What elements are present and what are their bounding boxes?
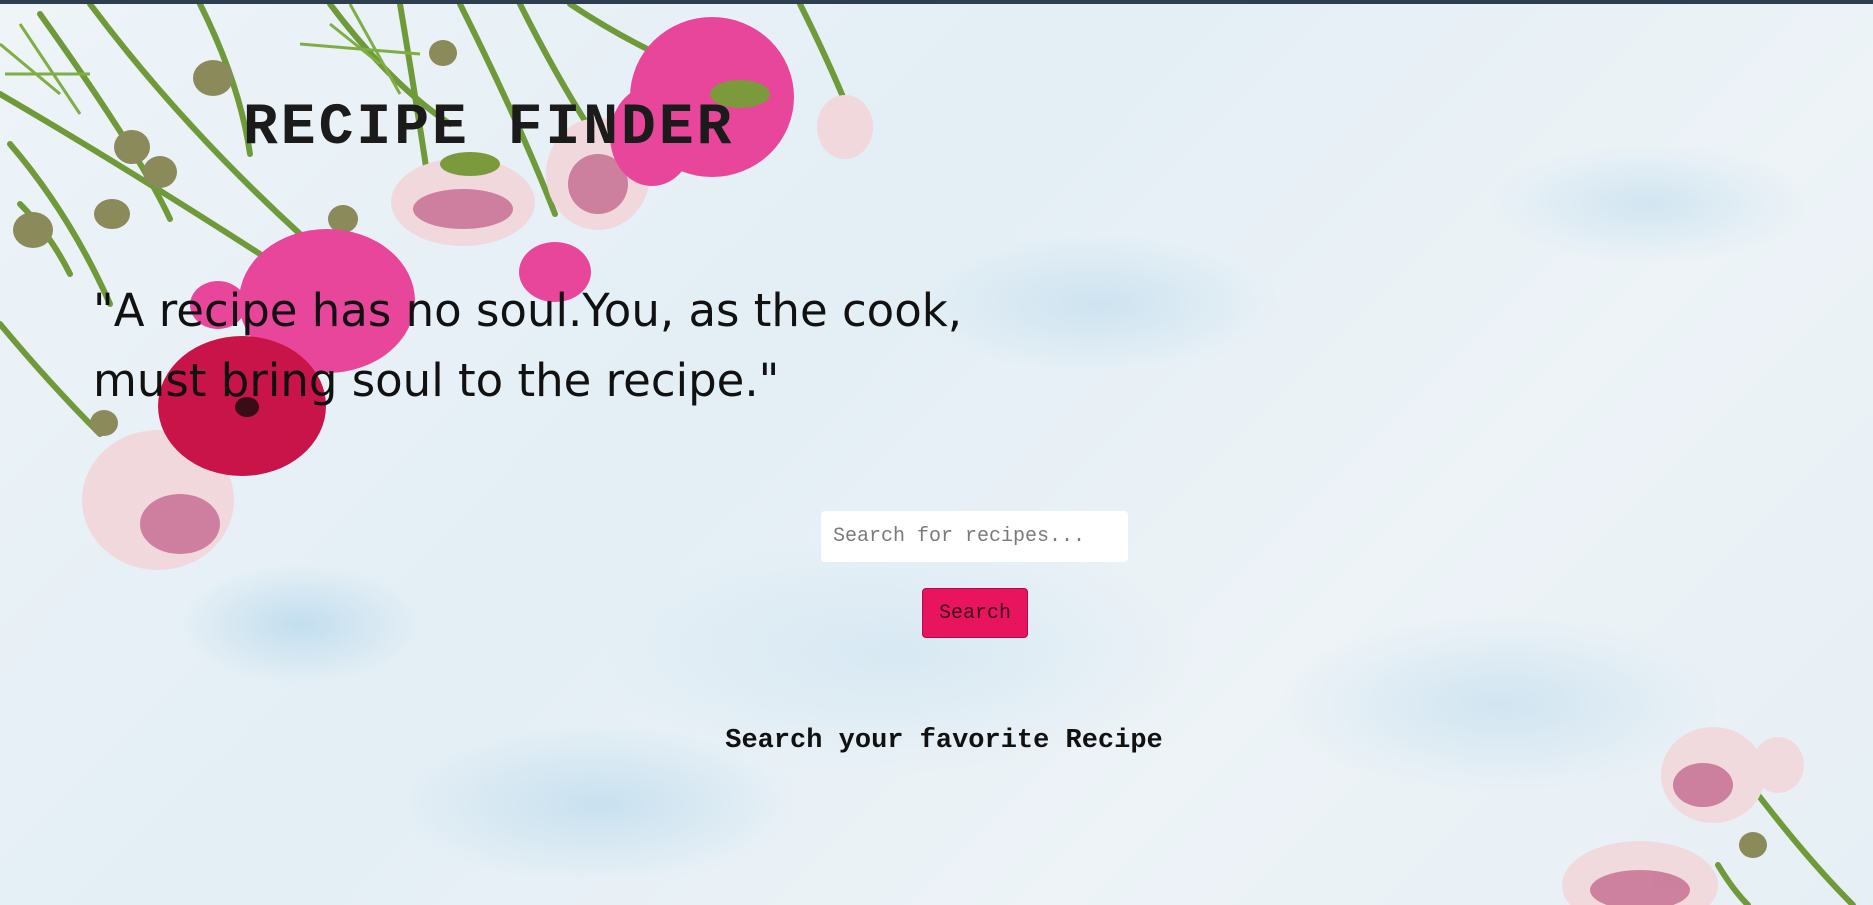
hero-quote: "A recipe has no soul.You, as the cook, …: [93, 284, 963, 407]
search-input[interactable]: [821, 511, 1128, 562]
page-title: RECIPE FINDER: [243, 96, 735, 161]
search-button[interactable]: Search: [922, 588, 1028, 638]
results-message: Search your favorite Recipe: [725, 726, 1163, 756]
